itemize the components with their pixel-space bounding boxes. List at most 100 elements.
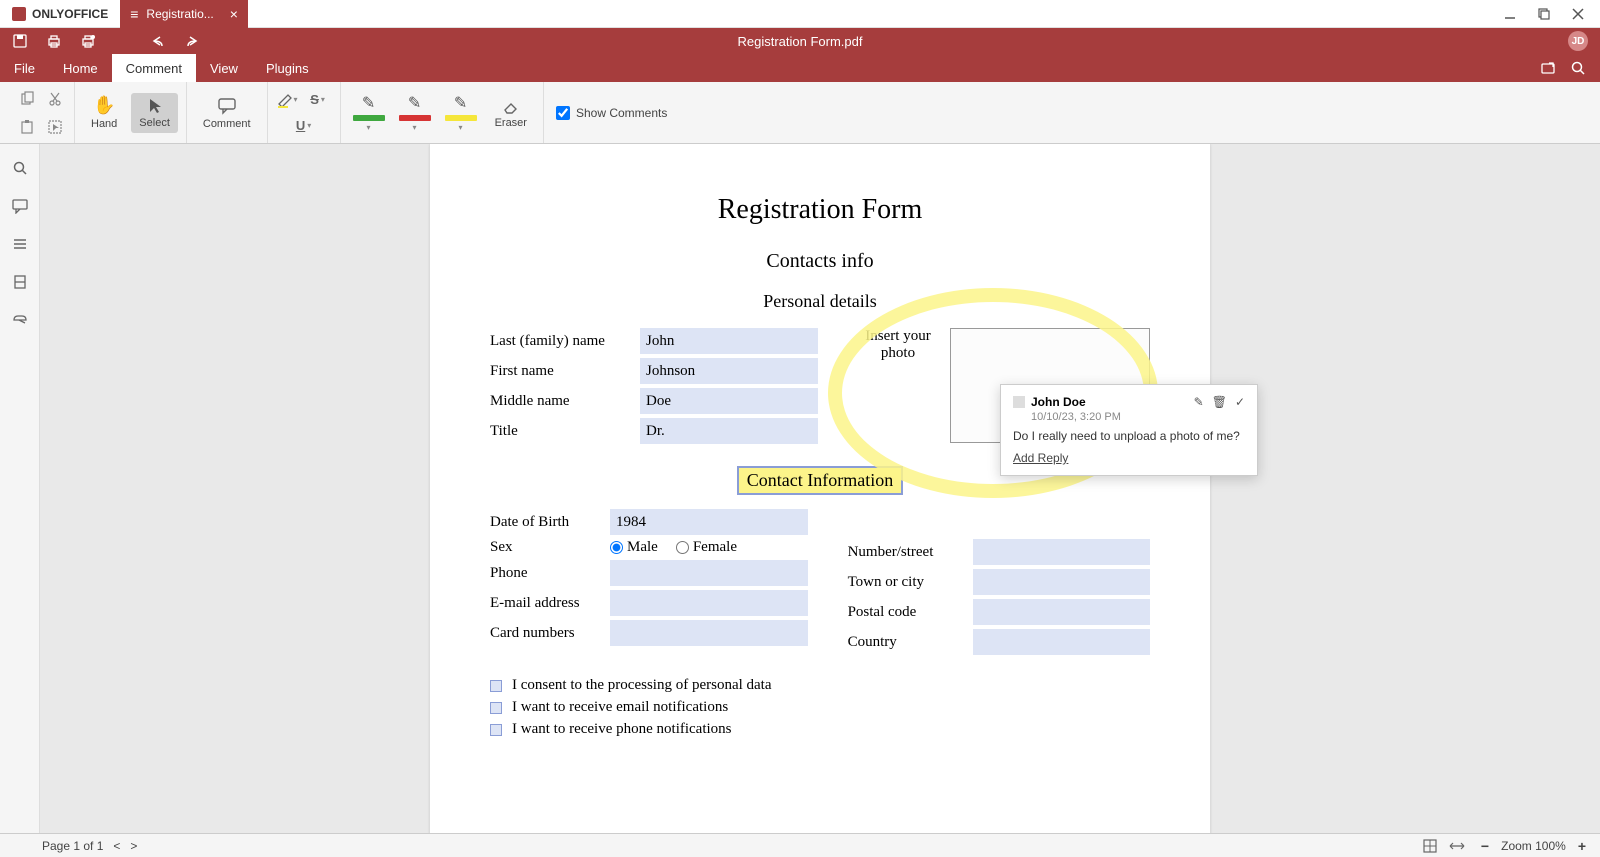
comment-author: John Doe (1031, 395, 1086, 409)
form-subtitle: Contacts info (490, 250, 1150, 273)
email-field[interactable] (610, 590, 808, 616)
pen-icon: ✎ (454, 93, 467, 113)
comment-icon (217, 96, 237, 116)
document-tab[interactable]: ≡ Registratio... × (120, 0, 248, 28)
eraser-icon (502, 97, 520, 115)
cursor-icon (146, 97, 164, 115)
document-viewport[interactable]: Registration Form Contacts info Personal… (40, 144, 1600, 833)
section-contact: Contact Information (737, 466, 903, 495)
comment-body: Do I really need to unpload a photo of m… (1013, 429, 1245, 443)
logo-icon (12, 7, 26, 21)
dob-field[interactable]: 1984 (610, 509, 808, 535)
quick-print-icon[interactable] (80, 33, 96, 49)
hand-tool[interactable]: ✋ Hand (83, 91, 125, 134)
save-icon[interactable] (12, 33, 28, 49)
middle-name-field[interactable]: Doe (640, 388, 818, 414)
copy-icon[interactable] (16, 88, 38, 110)
close-tab-icon[interactable]: × (230, 6, 238, 22)
select-all-icon[interactable] (44, 116, 66, 138)
card-label: Card numbers (490, 625, 610, 642)
checkbox-phone-notif[interactable] (490, 724, 502, 736)
photo-label: Insert your photo (858, 328, 938, 362)
highlight-tool[interactable]: ▾ (276, 89, 298, 111)
street-field[interactable] (973, 539, 1150, 565)
paste-icon[interactable] (16, 116, 38, 138)
menu-bar: File Home Comment View Plugins (0, 54, 1600, 82)
pen-green[interactable]: ✎ ▾ (349, 89, 389, 136)
show-comments-toggle[interactable]: Show Comments (544, 106, 667, 120)
hamburger-icon: ≡ (130, 6, 138, 22)
checkbox-email-notif[interactable] (490, 702, 502, 714)
edit-comment-icon[interactable]: ✎ (1194, 395, 1204, 409)
postal-field[interactable] (973, 599, 1150, 625)
email-label: E-mail address (490, 595, 610, 612)
title-field[interactable]: Dr. (640, 418, 818, 444)
app-name: ONLYOFFICE (32, 7, 108, 21)
pen-icon: ✎ (408, 93, 421, 113)
titlebar: ONLYOFFICE ≡ Registratio... × (0, 0, 1600, 28)
rail-feedback-icon[interactable] (12, 312, 28, 328)
first-name-field[interactable]: Johnson (640, 358, 818, 384)
country-field[interactable] (973, 629, 1150, 655)
maximize-button[interactable] (1536, 6, 1552, 22)
town-label: Town or city (848, 574, 973, 591)
eraser-tool[interactable]: Eraser (487, 93, 535, 133)
dob-label: Date of Birth (490, 514, 610, 531)
middle-name-label: Middle name (490, 393, 640, 410)
comment-author-avatar (1013, 396, 1025, 408)
section-personal: Personal details (490, 291, 1150, 312)
comment-date: 10/10/23, 3:20 PM (1031, 411, 1245, 423)
country-label: Country (848, 634, 973, 651)
zoom-out-button[interactable]: − (1477, 838, 1493, 854)
comment-tool[interactable]: Comment (195, 92, 259, 134)
show-comments-checkbox[interactable] (556, 106, 570, 120)
zoom-level: Zoom 100% (1501, 839, 1566, 853)
rail-search-icon[interactable] (12, 160, 28, 176)
print-icon[interactable] (46, 33, 62, 49)
close-window-button[interactable] (1570, 6, 1586, 22)
fit-page-icon[interactable] (1423, 839, 1437, 853)
search-icon[interactable] (1570, 60, 1586, 76)
add-reply-link[interactable]: Add Reply (1013, 451, 1068, 465)
delete-comment-icon[interactable]: 🗑 (1212, 395, 1227, 409)
pen-yellow[interactable]: ✎ ▾ (441, 89, 481, 136)
prev-page-button[interactable]: < (113, 839, 120, 853)
tab-title: Registratio... (146, 7, 213, 21)
menu-comment[interactable]: Comment (112, 54, 196, 82)
form-title: Registration Form (490, 194, 1150, 226)
rail-headings-icon[interactable] (12, 236, 28, 252)
menu-file[interactable]: File (0, 54, 49, 82)
user-avatar[interactable]: JD (1568, 31, 1588, 51)
pen-icon: ✎ (362, 93, 375, 113)
redo-icon[interactable] (184, 33, 200, 49)
menu-home[interactable]: Home (49, 54, 112, 82)
last-name-field[interactable]: John (640, 328, 818, 354)
checkbox-consent[interactable] (490, 680, 502, 692)
cut-icon[interactable] (44, 88, 66, 110)
pen-red[interactable]: ✎ ▾ (395, 89, 435, 136)
strikeout-tool[interactable]: S▾ (304, 89, 332, 111)
card-field[interactable] (610, 620, 808, 646)
resolve-comment-icon[interactable]: ✓ (1235, 395, 1245, 409)
hand-icon: ✋ (93, 95, 115, 116)
radio-male[interactable]: Male (610, 539, 658, 556)
rail-thumbnails-icon[interactable] (12, 274, 28, 290)
underline-tool[interactable]: U▾ (290, 115, 318, 137)
phone-label: Phone (490, 565, 610, 582)
toolbar: ✋ Hand Select Comment ▾ S▾ U▾ ✎ ▾ (0, 82, 1600, 144)
zoom-in-button[interactable]: + (1574, 838, 1590, 854)
town-field[interactable] (973, 569, 1150, 595)
open-location-icon[interactable] (1540, 60, 1556, 76)
menu-view[interactable]: View (196, 54, 252, 82)
menu-plugins[interactable]: Plugins (252, 54, 323, 82)
radio-female[interactable]: Female (676, 539, 737, 556)
undo-icon[interactable] (150, 33, 166, 49)
next-page-button[interactable]: > (130, 839, 137, 853)
rail-comments-icon[interactable] (12, 198, 28, 214)
comment-popup: John Doe ✎ 🗑 ✓ 10/10/23, 3:20 PM Do I re… (1000, 384, 1258, 476)
quick-access-bar: Registration Form.pdf JD (0, 28, 1600, 54)
phone-field[interactable] (610, 560, 808, 586)
minimize-button[interactable] (1502, 6, 1518, 22)
fit-width-icon[interactable] (1449, 839, 1465, 853)
select-tool[interactable]: Select (131, 93, 178, 133)
